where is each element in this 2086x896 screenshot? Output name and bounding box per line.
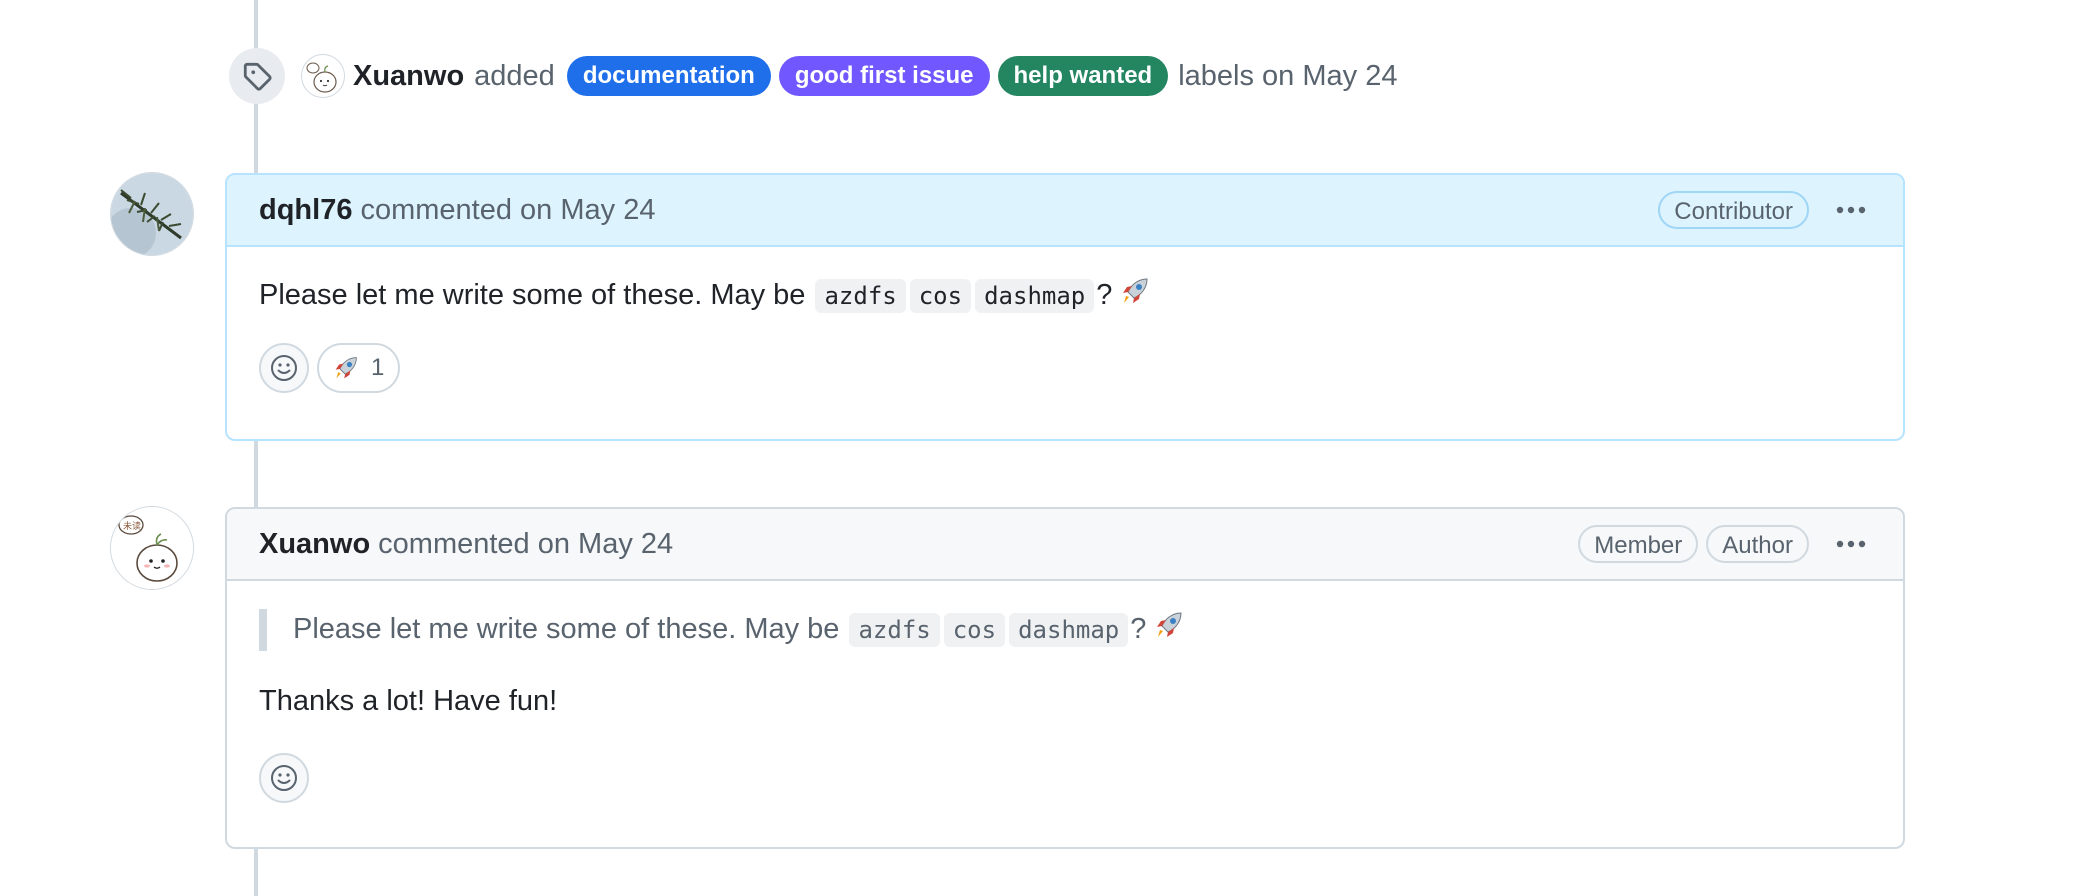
comment-card: Xuanwo commented on May 24 Member Author… bbox=[225, 507, 1905, 849]
reactions-bar: 1 bbox=[259, 342, 1871, 393]
code-azdfs: azdfs bbox=[815, 279, 906, 313]
code-cos: cos bbox=[943, 613, 1006, 647]
rocket-icon bbox=[1154, 610, 1184, 651]
smiley-icon bbox=[271, 764, 297, 791]
code-azdfs: azdfs bbox=[849, 613, 940, 647]
label-event: Xuanwo added documentation good first is… bbox=[229, 48, 1397, 104]
event-actor-link[interactable]: Xuanwo bbox=[353, 60, 464, 93]
event-verb: added bbox=[474, 59, 555, 92]
comment-text-lead: Please let me write some of these. May b… bbox=[259, 279, 806, 311]
label-documentation[interactable]: documentation bbox=[566, 56, 771, 96]
svg-text:未读: 未读 bbox=[123, 520, 141, 532]
comment-card: dqhl76 commented on May 24 Contributor P… bbox=[225, 173, 1905, 441]
comment-body: Please let me write some of these. May b… bbox=[227, 247, 1903, 393]
member-badge: Member bbox=[1578, 525, 1699, 563]
rocket-icon bbox=[1120, 276, 1150, 317]
rocket-reaction-button[interactable]: 1 bbox=[317, 342, 401, 393]
code-dashmap: dashmap bbox=[975, 279, 1095, 313]
comment-body: Please let me write some of these. May b… bbox=[227, 581, 1903, 803]
avatar[interactable] bbox=[110, 172, 194, 256]
author-badge: Author bbox=[1706, 525, 1809, 563]
code-dashmap: dashmap bbox=[1009, 613, 1129, 647]
add-reaction-button[interactable] bbox=[259, 342, 309, 393]
comment-header: Xuanwo commented on May 24 Member Author bbox=[227, 509, 1903, 581]
avatar[interactable] bbox=[301, 54, 345, 98]
rocket-icon bbox=[335, 357, 357, 379]
comment-author-link[interactable]: dqhl76 bbox=[259, 194, 352, 227]
label-help-wanted[interactable]: help wanted bbox=[997, 56, 1169, 96]
kebab-menu-icon[interactable] bbox=[1831, 190, 1871, 230]
comment-header: dqhl76 commented on May 24 Contributor bbox=[227, 175, 1903, 247]
avatar[interactable]: 未读 bbox=[110, 506, 194, 590]
comment-text: Thanks a lot! Have fun! bbox=[259, 684, 558, 717]
tag-icon bbox=[229, 48, 285, 104]
comment-text-end: ? bbox=[1096, 279, 1113, 311]
reaction-count: 1 bbox=[371, 353, 385, 381]
code-cos: cos bbox=[909, 279, 972, 313]
comment-author-link[interactable]: Xuanwo bbox=[259, 528, 370, 561]
comment-timestamp[interactable]: commented on May 24 bbox=[378, 528, 673, 561]
add-reaction-button[interactable] bbox=[259, 752, 309, 803]
smiley-icon bbox=[271, 354, 297, 381]
issue-timeline: Xuanwo added documentation good first is… bbox=[0, 0, 2086, 896]
quote-text-end: ? bbox=[1130, 613, 1147, 645]
reactions-bar bbox=[259, 752, 1871, 803]
event-suffix: labels on May 24 bbox=[1178, 59, 1398, 92]
blockquote: Please let me write some of these. May b… bbox=[259, 609, 1871, 651]
quote-text-lead: Please let me write some of these. May b… bbox=[293, 613, 840, 645]
label-good-first-issue[interactable]: good first issue bbox=[778, 56, 990, 96]
comment-timestamp[interactable]: commented on May 24 bbox=[360, 194, 655, 227]
contributor-badge: Contributor bbox=[1658, 191, 1809, 229]
comment-text: Please let me write some of these. May b… bbox=[259, 275, 1871, 317]
kebab-menu-icon[interactable] bbox=[1831, 524, 1871, 564]
